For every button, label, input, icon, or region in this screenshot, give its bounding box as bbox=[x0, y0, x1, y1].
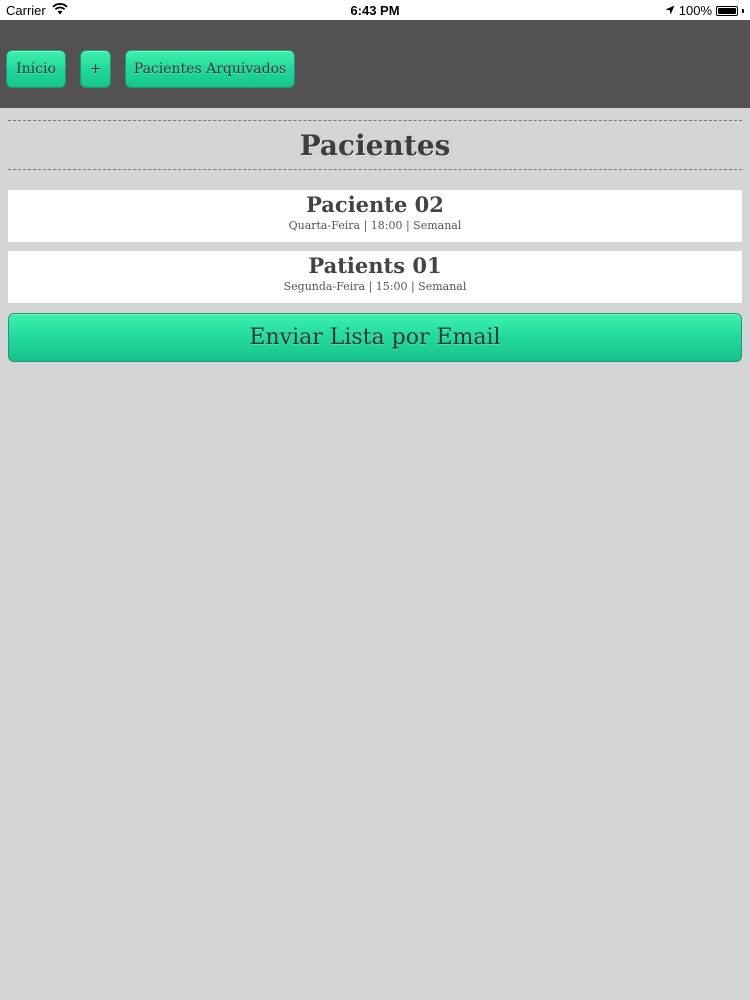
battery-icon bbox=[716, 5, 738, 16]
battery-percent: 100% bbox=[678, 3, 712, 18]
patient-schedule: Segunda-Feira | 15:00 | Semanal bbox=[283, 280, 467, 293]
status-time: 6:43 PM bbox=[350, 3, 400, 18]
status-right: 100% bbox=[665, 3, 744, 18]
add-patient-button[interactable]: + bbox=[80, 50, 111, 88]
patient-name: Patients 01 bbox=[308, 253, 442, 278]
patient-list-item[interactable]: Patients 01 Segunda-Feira | 15:00 | Sema… bbox=[8, 251, 742, 303]
send-list-email-button[interactable]: Enviar Lista por Email bbox=[8, 313, 742, 362]
top-nav-bar: Início + Pacientes Arquivados bbox=[0, 20, 750, 108]
location-arrow-icon bbox=[665, 3, 675, 18]
archived-patients-button[interactable]: Pacientes Arquivados bbox=[125, 50, 295, 88]
patient-list-item[interactable]: Paciente 02 Quarta-Feira | 18:00 | Seman… bbox=[8, 190, 742, 242]
home-button[interactable]: Início bbox=[6, 50, 66, 88]
page-title: Pacientes bbox=[299, 128, 451, 162]
battery-tip bbox=[742, 8, 744, 13]
patient-name: Paciente 02 bbox=[306, 192, 444, 217]
patient-schedule: Quarta-Feira | 18:00 | Semanal bbox=[288, 219, 462, 232]
battery-fill bbox=[718, 7, 736, 14]
page-title-container: Pacientes bbox=[8, 120, 742, 170]
status-bar: Carrier 6:43 PM 100% bbox=[0, 0, 750, 20]
